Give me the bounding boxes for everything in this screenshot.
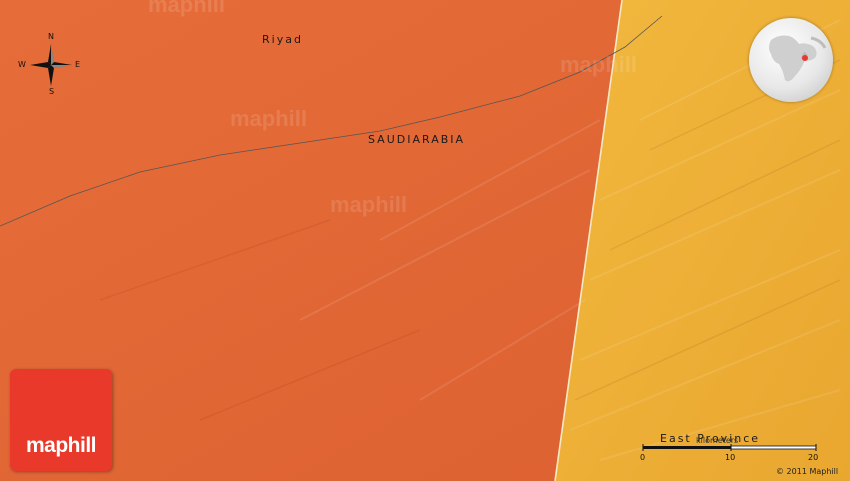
map-canvas[interactable]: maphill maphill maphill maphill Riyad SA… [0,0,850,481]
maphill-logo[interactable]: maphill [10,369,112,471]
scale-bar: kilometers 0 10 20 [640,436,820,466]
globe-icon [769,35,827,82]
copyright-text: © 2011 Maphill [776,467,839,476]
scale-tick-0: 0 [640,453,646,462]
watermark: maphill [560,52,638,77]
locator-globe [749,18,833,102]
compass-west: W [18,60,26,69]
compass-south: S [49,87,55,96]
country-label: SAUDIARABIA [368,133,466,146]
logo-text: maphill [25,434,97,457]
compass-rose: N S E W [18,32,84,96]
watermark: maphill [230,106,308,131]
watermark: maphill [148,0,226,17]
compass-east: E [75,60,81,69]
compass-north: N [48,32,54,41]
city-label: Riyad [262,33,303,46]
scale-tick-10: 10 [725,453,736,462]
terrain-layer [0,0,850,481]
watermark: maphill [330,192,408,217]
scale-tick-20: 20 [808,453,819,462]
